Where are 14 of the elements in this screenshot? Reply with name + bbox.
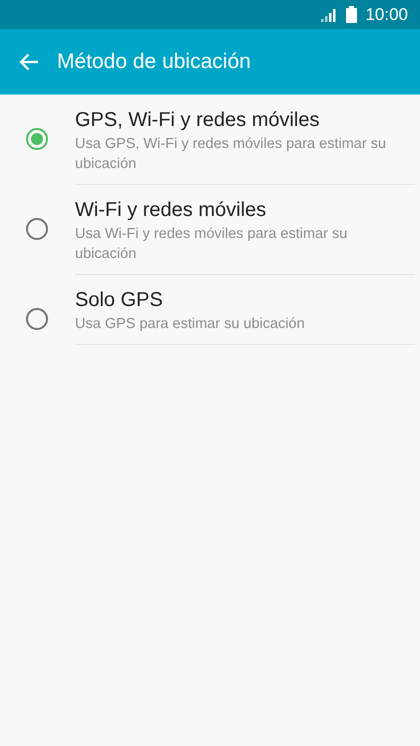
screen-title: Método de ubicación (57, 50, 251, 74)
option-title[interactable]: Solo GPS (75, 287, 415, 313)
back-arrow-icon[interactable] (19, 52, 39, 70)
status-time: 10:00 (365, 4, 408, 24)
battery-icon (346, 6, 358, 23)
radio-button[interactable] (26, 218, 48, 240)
option-description: Usa Wi-Fi y redes móviles para estimar su ubicación (75, 225, 348, 264)
option-description: Usa GPS, Wi-Fi y redes móviles para estimar su ubicación (75, 135, 388, 174)
radio-button[interactable] (26, 128, 48, 150)
radio-button[interactable] (26, 308, 48, 330)
signal-icon (321, 8, 338, 22)
option-title[interactable]: GPS, Wi-Fi y redes móviles (75, 107, 415, 133)
option-title[interactable]: Wi-Fi y redes móviles (75, 197, 415, 223)
option-description: Usa GPS para estimar su ubicación (75, 315, 306, 334)
